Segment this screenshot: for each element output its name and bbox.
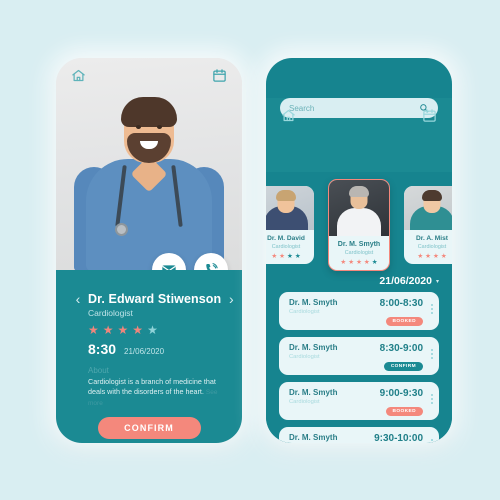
more-options-icon[interactable] <box>431 349 433 359</box>
star-icon: ★ <box>363 258 370 266</box>
star-icon: ★ <box>356 258 362 266</box>
appointment-name: Dr. M. Smyth <box>289 433 338 442</box>
star-icon: ★ <box>132 323 144 337</box>
doctor-card-photo <box>266 186 314 230</box>
appointment-time-row: 8:30 21/06/2020 <box>88 341 225 357</box>
doctor-detail-panel: ‹ Dr. Edward Stiwenson › Cardiologist ★ … <box>56 270 242 443</box>
doctor-card-rating: ★ ★ ★ ★ ★ <box>329 258 389 267</box>
home-icon[interactable] <box>281 108 296 123</box>
more-options-icon[interactable] <box>431 304 433 314</box>
doctor-specialty: Cardiologist <box>88 308 133 318</box>
contact-actions <box>152 253 228 270</box>
star-icon: ★ <box>348 258 355 266</box>
star-icon: ★ <box>425 252 431 260</box>
appointment-name: Dr. M. Smyth <box>289 343 338 352</box>
appointment-slot: 9:00-9:30 <box>379 388 423 399</box>
appointment-slot: 8:30-9:00 <box>379 343 423 354</box>
left-topbar <box>56 58 242 92</box>
about-label: About <box>88 366 109 375</box>
appointment-doctor: Dr. M. Smyth Cardiologist <box>289 433 337 443</box>
calendar-icon[interactable] <box>422 108 437 123</box>
star-icon: ★ <box>271 252 278 260</box>
doctor-name-row: ‹ Dr. Edward Stiwenson › <box>73 292 234 306</box>
call-button[interactable] <box>194 253 228 270</box>
appointment-row[interactable]: Dr. M. Smyth Cardiologist 9:00-9:30 BOOK… <box>279 382 439 420</box>
appointment-date: 21/06/2020 <box>124 347 165 356</box>
phone-list-screen: Dr. M. David Cardiologist ★★ ★★ Dr. M. S… <box>266 58 452 443</box>
next-doctor-arrow[interactable]: › <box>226 292 236 306</box>
appointment-row[interactable]: Dr. M. Smyth Cardiologist 8:30-9:00 CONF… <box>279 337 439 375</box>
doctor-card-photo <box>329 180 389 236</box>
appointment-meta: 9:30-10:00 CONFIRM <box>374 433 423 443</box>
appointment-meta: 8:00-8:30 BOOKED <box>380 298 423 327</box>
doctor-card-specialty: Cardiologist <box>271 243 301 250</box>
appointment-specialty: Cardiologist <box>289 398 320 405</box>
appointment-doctor: Dr. M. Smyth Cardiologist <box>289 298 337 315</box>
phone-icon <box>206 263 218 270</box>
right-header <box>266 98 452 172</box>
doctor-card-specialty: Cardiologist <box>344 249 374 256</box>
status-badge[interactable]: BOOKED <box>385 317 423 326</box>
appointment-specialty: Cardiologist <box>289 353 320 360</box>
doctor-card[interactable]: Dr. M. David Cardiologist ★ ★ ★ ★ <box>266 186 314 264</box>
doctor-rating[interactable]: ★ ★ ★ ★ ★ <box>88 324 225 336</box>
date-selector[interactable]: 21/06/2020 ▾ <box>279 270 439 292</box>
appointment-meta: 8:30-9:00 CONFIRM <box>380 343 423 372</box>
status-badge[interactable]: BOOKED <box>385 407 423 416</box>
doctor-name: Dr. Edward Stiwenson <box>88 292 222 306</box>
chevron-down-icon[interactable]: ▾ <box>436 278 439 285</box>
star-icon: ★ <box>440 252 447 260</box>
appointment-row[interactable]: Dr. M. Smyth Cardiologist 8:00-8:30 BOOK… <box>279 292 439 330</box>
star-icon: ★ <box>117 323 129 337</box>
appointment-doctor: Dr. M. Smyth Cardiologist <box>289 388 337 405</box>
doctor-card[interactable]: Dr. A. Mist Cardiologist ★ ★ ★ ★ <box>404 186 452 264</box>
star-icon: ★ <box>340 258 347 266</box>
appointment-list: 21/06/2020 ▾ Dr. M. Smyth Cardiologist 8… <box>266 270 452 443</box>
doctor-card-name: Dr. M. Smyth <box>337 241 381 248</box>
appointment-name: Dr. M. Smyth <box>289 298 338 307</box>
star-icon-empty: ★ <box>147 323 158 337</box>
more-options-icon[interactable] <box>431 394 433 404</box>
doctor-card-rating: ★ ★ ★ ★ <box>266 252 314 261</box>
calendar-icon[interactable] <box>212 68 227 83</box>
confirm-button[interactable]: CONFIRM <box>97 417 201 440</box>
star-icon: ★ <box>417 252 424 260</box>
star-icon-alt: ★ <box>287 252 293 260</box>
star-icon-alt: ★ <box>294 252 301 260</box>
prev-doctor-arrow[interactable]: ‹ <box>73 292 83 306</box>
mail-button[interactable] <box>152 253 186 270</box>
doctor-card-rating: ★ ★ ★ ★ <box>404 252 452 261</box>
appointment-specialty: Cardiologist <box>289 308 320 315</box>
star-icon: ★ <box>102 323 114 337</box>
star-icon: ★ <box>433 252 439 260</box>
appointment-meta: 9:00-9:30 BOOKED <box>380 388 423 417</box>
status-badge[interactable]: CONFIRM <box>383 362 423 371</box>
appointment-time: 8:30 <box>88 341 117 357</box>
appointment-row[interactable]: Dr. M. Smyth Cardiologist 9:30-10:00 CON… <box>279 427 439 443</box>
doctor-card-specialty: Cardiologist <box>417 243 447 250</box>
doctor-card-photo <box>404 186 452 230</box>
selected-date: 21/06/2020 <box>379 275 432 287</box>
doctor-carousel: Dr. M. David Cardiologist ★ ★ ★ ★ Dr. M. S… <box>266 172 452 271</box>
about-text: Cardiologist is a branch of medicine tha… <box>88 377 225 408</box>
star-icon-alt: ★ <box>371 258 378 266</box>
doctor-card-selected[interactable]: Dr. M. Smyth Cardiologist ★ ★ ★ ★ ★ <box>328 179 390 271</box>
right-topbar <box>266 98 452 132</box>
appointment-name: Dr. M. Smyth <box>289 388 338 397</box>
phone-detail-screen: ‹ Dr. Edward Stiwenson › Cardiologist ★ … <box>56 58 242 443</box>
appointment-slot: 8:00-8:30 <box>379 298 423 309</box>
appointment-doctor: Dr. M. Smyth Cardiologist <box>289 343 337 360</box>
doctor-card-name: Dr. M. David <box>267 235 305 242</box>
doctor-hero-photo <box>56 58 242 270</box>
appointment-slot: 9:30-10:00 <box>374 433 423 443</box>
about-body: Cardiologist is a branch of medicine tha… <box>88 377 216 397</box>
home-icon[interactable] <box>71 68 86 83</box>
app-mockup-canvas: ‹ Dr. Edward Stiwenson › Cardiologist ★ … <box>0 0 500 500</box>
more-options-icon[interactable] <box>431 439 433 443</box>
star-icon: ★ <box>88 323 99 337</box>
star-icon: ★ <box>279 252 285 260</box>
envelope-icon <box>162 265 176 270</box>
doctor-card-name: Dr. A. Mist <box>416 235 448 242</box>
doctor-illustration <box>56 85 242 270</box>
